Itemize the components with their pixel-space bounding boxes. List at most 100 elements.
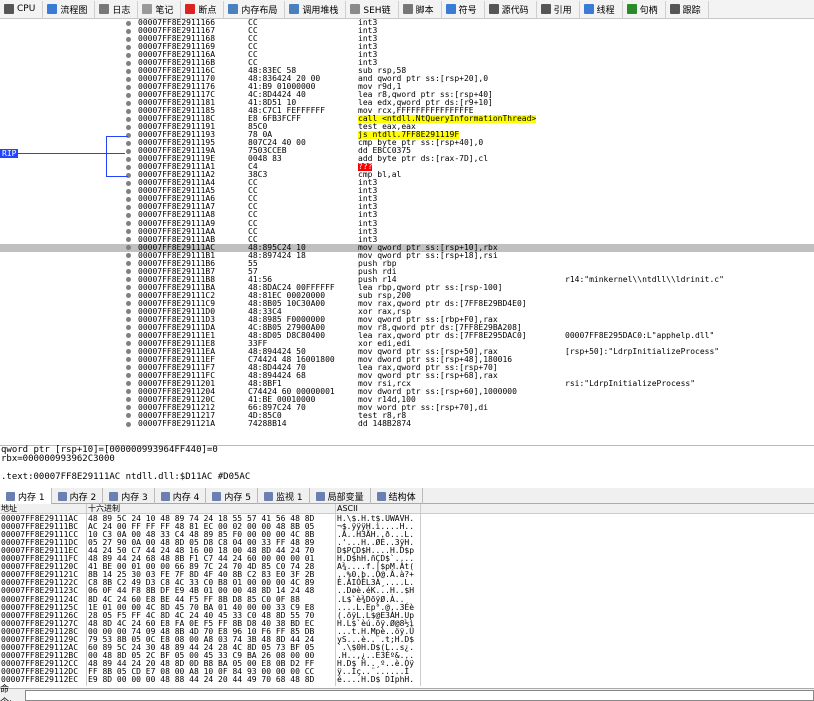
toolbar-item-6[interactable]: 调用堆栈 (285, 0, 347, 18)
breakpoint-dot-icon[interactable] (126, 36, 131, 42)
breakpoint-dot-icon[interactable] (126, 164, 131, 170)
breakpoint-dot-icon[interactable] (126, 68, 131, 74)
disasm-row[interactable]: 00007FF8E291116A CC int3 (0, 51, 814, 59)
breakpoint-dot-icon[interactable] (126, 381, 131, 387)
breakpoint-dot-icon[interactable] (126, 180, 131, 186)
breakpoint-dot-icon[interactable] (126, 253, 131, 259)
breakpoint-dot-icon[interactable] (126, 333, 131, 339)
memory-dump[interactable]: 地址 十六进制 ASCII 00007FF8E29111AC 48 89 5C 2… (0, 504, 814, 686)
breakpoint-dot-icon[interactable] (126, 229, 131, 235)
toolbar-item-8[interactable]: 脚本 (399, 0, 442, 18)
disasm-row[interactable]: 00007FF8E2911169 CC int3 (0, 43, 814, 51)
toolbar-item-10[interactable]: 源代码 (485, 0, 537, 18)
breakpoint-dot-icon[interactable] (126, 204, 131, 210)
breakpoint-dot-icon[interactable] (126, 156, 131, 162)
breakpoint-dot-icon[interactable] (126, 373, 131, 379)
tab-4[interactable]: 内存 5 (206, 488, 258, 504)
toolbar-item-0[interactable]: CPU (0, 0, 44, 18)
disasm-row[interactable]: 00007FF8E29111A9 CC int3 (0, 219, 814, 228)
disasm-row[interactable]: 00007FF8E29111A6 CC int3 (0, 195, 814, 203)
log-icon (99, 4, 110, 14)
tab-7[interactable]: 结构体 (371, 488, 423, 504)
disasm-row[interactable]: 00007FF8E29111B1 48:897424 18 mov qword pt… (0, 251, 814, 260)
tab-2[interactable]: 内存 3 (103, 488, 155, 504)
disasm-row[interactable]: 00007FF8E2911212 66:897C24 70 mov word ptr… (0, 403, 814, 412)
breakpoint-dot-icon[interactable] (126, 301, 131, 307)
breakpoint-dot-icon[interactable] (126, 100, 131, 106)
disasm-row[interactable]: 00007FF8E2911167 CC int3 (0, 27, 814, 35)
disasm-row[interactable]: 00007FF8E29111A8 CC int3 (0, 211, 814, 219)
command-label: 命令: (0, 685, 12, 701)
breakpoint-dot-icon[interactable] (126, 60, 131, 66)
breakpoint-dot-icon[interactable] (126, 196, 131, 202)
toolbar-item-7[interactable]: SEH链 (346, 0, 399, 18)
dump-header-address: 地址 (1, 504, 17, 513)
breakpoint-dot-icon[interactable] (126, 413, 131, 419)
breakpoint-dot-icon[interactable] (126, 52, 131, 58)
breakpoint-dot-icon[interactable] (126, 341, 131, 347)
breakpoint-dot-icon[interactable] (126, 212, 131, 218)
breakpoint-dot-icon[interactable] (126, 221, 131, 226)
breakpoint-dot-icon[interactable] (126, 237, 131, 243)
breakpoint-dot-icon[interactable] (126, 116, 131, 122)
breakpoint-dot-icon[interactable] (126, 365, 131, 371)
breakpoint-dot-icon[interactable] (126, 28, 131, 34)
command-input[interactable] (24, 689, 814, 701)
disassembly-view[interactable]: 00007FF8E2911166 CC int3 00007FF8E2911167 CC… (0, 19, 814, 445)
disasm-row[interactable]: 00007FF8E29111A5 CC int3 (0, 187, 814, 195)
toolbar-item-3[interactable]: 笔记 (138, 0, 182, 18)
toolbar-item-14[interactable]: 跟踪 (666, 0, 709, 18)
tab-3[interactable]: 内存 4 (155, 488, 207, 504)
breakpoint-dot-icon[interactable] (126, 357, 131, 363)
breakpoint-dot-icon[interactable] (126, 124, 131, 130)
disasm-row[interactable]: 00007FF8E29111AA CC int3 (0, 227, 814, 236)
dump-row[interactable]: 00007FF8E29112EC E9 8D 00 00 00 48 88 44 … (0, 676, 814, 684)
breakpoint-dot-icon[interactable] (126, 317, 131, 323)
disasm-row[interactable]: 00007FF8E29111A4 CC int3 (0, 179, 814, 187)
memory-icon (160, 491, 170, 501)
breakpoint-dot-icon[interactable] (126, 261, 131, 267)
breakpoint-dot-icon[interactable] (126, 285, 131, 291)
breakpoint-dot-icon[interactable] (126, 188, 131, 194)
breakpoint-dot-icon[interactable] (126, 140, 131, 146)
toolbar-item-12[interactable]: 线程 (580, 0, 623, 18)
disasm-row[interactable]: 00007FF8E291119E 0048 83 add byte ptr ds:[… (0, 155, 814, 163)
breakpoint-dot-icon[interactable] (126, 325, 131, 331)
breakpoint-dot-icon[interactable] (126, 421, 131, 427)
breakpoint-dot-icon[interactable] (126, 245, 131, 251)
breakpoint-dot-icon[interactable] (126, 76, 131, 82)
breakpoint-dot-icon[interactable] (126, 277, 131, 283)
disasm-row[interactable]: 00007FF8E291116B CC int3 (0, 59, 814, 67)
toolbar-item-1[interactable]: 流程图 (43, 0, 96, 18)
breakpoint-dot-icon[interactable] (126, 397, 131, 403)
breakpoint-dot-icon[interactable] (126, 405, 131, 411)
toolbar-item-4[interactable]: 断点 (181, 0, 225, 18)
breakpoint-dot-icon[interactable] (126, 269, 131, 275)
breakpoint-dot-icon[interactable] (126, 84, 131, 90)
breakpoint-dot-icon[interactable] (126, 92, 131, 98)
breakpoint-dot-icon[interactable] (126, 44, 131, 50)
breakpoint-dot-icon[interactable] (126, 309, 131, 315)
toolbar-item-2[interactable]: 日志 (95, 0, 139, 18)
disasm-row[interactable]: 00007FF8E2911170 48:836424 20 00 and qword… (0, 75, 814, 83)
tab-5[interactable]: 监视 1 (258, 488, 310, 504)
disasm-row[interactable]: 00007FF8E2911168 CC int3 (0, 35, 814, 43)
toolbar-item-13[interactable]: 句柄 (623, 0, 666, 18)
disasm-row[interactable]: 00007FF8E29111B6 55 push rbp (0, 259, 814, 268)
breakpoint-dot-icon[interactable] (126, 20, 131, 26)
breakpoint-dot-icon[interactable] (126, 108, 131, 114)
tab-6[interactable]: 局部变量 (310, 488, 371, 504)
tab-0[interactable]: 内存 1 (0, 488, 52, 504)
breakpoint-dot-icon[interactable] (126, 349, 131, 355)
disasm-row[interactable]: 00007FF8E291121A 74288B14 dd 148B2874 (0, 420, 814, 428)
tab-1[interactable]: 内存 2 (52, 488, 104, 504)
disasm-row[interactable]: 00007FF8E29111A7 CC int3 (0, 203, 814, 211)
breakpoint-dot-icon[interactable] (126, 389, 131, 395)
toolbar-item-11[interactable]: 引用 (537, 0, 580, 18)
disasm-row[interactable]: 00007FF8E2911166 CC int3 (0, 19, 814, 27)
toolbar-item-9[interactable]: 符号 (442, 0, 485, 18)
disasm-row[interactable]: 00007FF8E29111A1 C4??? (0, 163, 814, 172)
breakpoint-dot-icon[interactable] (126, 293, 131, 299)
breakpoint-dot-icon[interactable] (126, 148, 131, 154)
toolbar-item-5[interactable]: 内存布局 (224, 0, 286, 18)
